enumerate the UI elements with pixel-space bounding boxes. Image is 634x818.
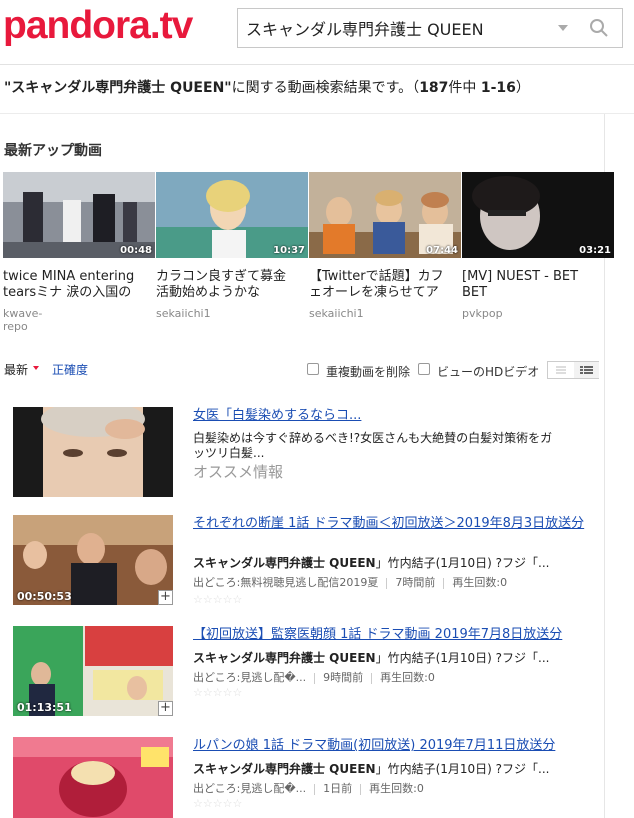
video-duration: 01:13:51	[17, 701, 72, 714]
latest-video-title[interactable]: twice MINA entering tearsミナ 涙の入国の	[3, 269, 143, 301]
query-text: "スキャンダル専門弁護士 QUEEN"	[4, 80, 232, 96]
thumbnail-image	[13, 737, 173, 818]
search-input[interactable]	[238, 9, 554, 47]
ad-thumbnail[interactable]	[13, 407, 173, 497]
thumbnail-image	[13, 407, 173, 497]
dedupe-label: 重複動画を削除	[326, 365, 411, 379]
result-mid: 件中	[448, 80, 481, 96]
video-duration: 10:37	[273, 245, 305, 256]
latest-thumbnail[interactable]: 07:44	[309, 172, 461, 258]
latest-video-title[interactable]: [MV] NUEST - BET BET	[462, 269, 602, 301]
video-time: 7時間前	[395, 576, 436, 589]
latest-video-title[interactable]: カラコン良すぎて募金活動始めようかな	[156, 269, 296, 301]
pandora-logo[interactable]: pandora.tv	[3, 4, 193, 48]
video-thumbnail[interactable]: 01:13:51 +	[13, 626, 173, 716]
section-title: 最新アップ動画	[4, 143, 102, 159]
ad-label: オススメ情報	[193, 463, 284, 481]
detail-view-button[interactable]	[574, 362, 599, 378]
rating-stars: ☆☆☆☆☆	[193, 686, 243, 699]
add-to-playlist-icon[interactable]: +	[158, 590, 173, 605]
desc-rest: 」竹内結子(1月10日) ?フジ「...	[375, 651, 550, 665]
add-to-playlist-icon[interactable]: +	[158, 701, 173, 716]
sort-latest[interactable]: 最新	[4, 361, 28, 378]
video-title[interactable]: それぞれの断崖 1話 ドラマ動画＜初回放送＞2019年8月3日放送分	[193, 515, 588, 533]
video-source: 出どころ:見逃し配�...	[193, 782, 307, 795]
uploader-name[interactable]: sekaiichi1	[156, 307, 211, 320]
search-box[interactable]	[237, 8, 623, 48]
uploader-name[interactable]: sekaiichi1	[309, 307, 364, 320]
hd-label: ビューのHDビデオ	[437, 365, 540, 379]
video-thumbnail[interactable]: 00:50:53 +	[13, 515, 173, 605]
view-toggle[interactable]	[547, 361, 599, 379]
result-total: 187	[419, 80, 449, 96]
desc-rest: 」竹内結子(1月10日) ?フジ「...	[375, 556, 550, 570]
video-source: 出どころ:見逃し配�...	[193, 671, 307, 684]
desc-bold: スキャンダル専門弁護士 QUEEN	[193, 651, 376, 665]
video-duration: 03:21	[579, 245, 611, 256]
video-title[interactable]: ルパンの娘 1話 ドラマ動画(初回放送) 2019年7月11日放送分	[193, 737, 588, 755]
video-time: 1日前	[323, 782, 353, 795]
list-view-button[interactable]	[548, 362, 575, 378]
sort-bar: 最新 正確度 重複動画を削除 ビューのHDビデオ	[4, 361, 604, 385]
video-title[interactable]: 【初回放送】監察医朝顔 1話 ドラマ動画 2019年7月8日放送分	[193, 626, 588, 644]
result-summary: "スキャンダル専門弁護士 QUEEN"に関する動画検索結果です。（187件中 1…	[4, 77, 530, 97]
chevron-down-icon[interactable]	[33, 366, 39, 370]
video-duration: 07:44	[426, 245, 458, 256]
desc-bold: スキャンダル専門弁護士 QUEEN	[193, 762, 376, 776]
video-description: スキャンダル専門弁護士 QUEEN」竹内結子(1月10日) ?フジ「...	[193, 760, 549, 777]
latest-thumbnail[interactable]: 00:48	[3, 172, 155, 258]
latest-thumbnail[interactable]: 03:21	[462, 172, 614, 258]
video-meta: 出どころ:見逃し配�... 9時間前 再生回数:0	[193, 669, 435, 685]
video-thumbnail[interactable]	[13, 737, 173, 818]
detail-list-icon	[580, 366, 593, 374]
ad-description: 白髪染めは今すぐ辞めるべき!?女医さんも大絶賛の白髪対策術をガッツリ白髪...	[193, 431, 553, 460]
desc-bold: スキャンダル専門弁護士 QUEEN	[193, 556, 376, 570]
video-description: スキャンダル専門弁護士 QUEEN」竹内結子(1月10日) ?フジ「...	[193, 554, 549, 571]
video-duration: 00:50:53	[17, 590, 72, 603]
rating-stars: ☆☆☆☆☆	[193, 593, 243, 606]
video-time: 9時間前	[323, 671, 364, 684]
ad-title[interactable]: 女医「白髪染めするならコ...	[193, 407, 588, 425]
uploader-name[interactable]: pvkpop	[462, 307, 503, 320]
search-icon[interactable]	[588, 17, 610, 39]
chevron-down-icon[interactable]	[558, 25, 568, 31]
video-views: 再生回数:0	[452, 576, 508, 589]
latest-video-title[interactable]: 【Twitterで話題】カフェオーレを凍らせてア	[309, 269, 449, 301]
result-close: ）	[515, 80, 530, 96]
list-icon	[556, 366, 566, 374]
video-description: スキャンダル専門弁護士 QUEEN」竹内結子(1月10日) ?フジ「...	[193, 649, 549, 666]
video-meta: 出どころ:無料視聴見逃し配信2019夏 7時間前 再生回数:0	[193, 574, 507, 590]
divider	[0, 113, 634, 114]
result-range: 1-16	[480, 80, 516, 96]
video-meta: 出どころ:見逃し配�... 1日前 再生回数:0	[193, 780, 424, 796]
uploader-name[interactable]: kwave-repo	[3, 307, 42, 333]
dedupe-checkbox[interactable]	[307, 363, 319, 375]
hd-checkbox[interactable]	[418, 363, 430, 375]
video-views: 再生回数:0	[380, 671, 435, 684]
desc-rest: 」竹内結子(1月10日) ?フジ「...	[375, 762, 550, 776]
video-views: 再生回数:0	[369, 782, 424, 795]
header: pandora.tv	[0, 0, 634, 65]
video-source: 出どころ:無料視聴見逃し配信2019夏	[193, 576, 379, 589]
video-duration: 00:48	[120, 245, 152, 256]
rating-stars: ☆☆☆☆☆	[193, 797, 243, 810]
latest-thumbnail[interactable]: 10:37	[156, 172, 308, 258]
result-suffix: に関する動画検索結果です。（	[231, 80, 420, 96]
sort-accuracy[interactable]: 正確度	[52, 361, 88, 378]
